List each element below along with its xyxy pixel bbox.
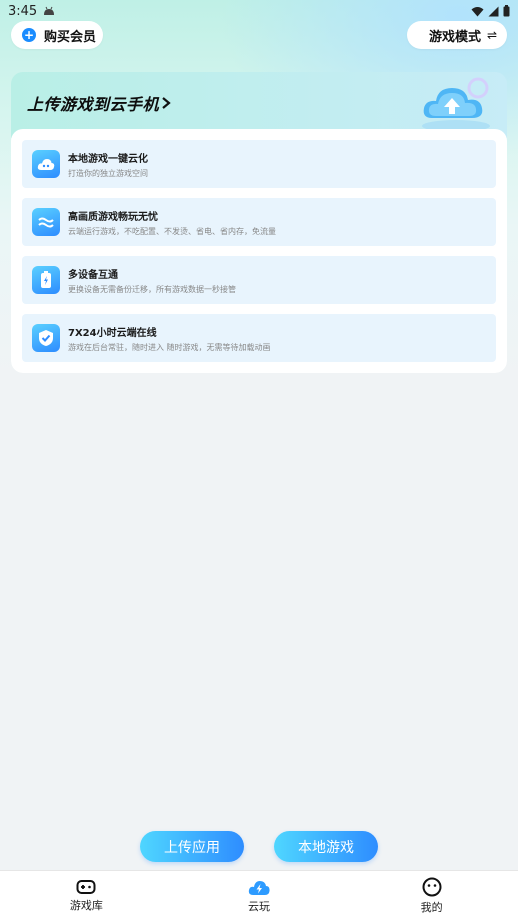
game-mode-button[interactable]: 游戏模式 ⇌ [407, 21, 507, 49]
feature-item-cloudify: 本地游戏一键云化 打造你的独立游戏空间 [22, 140, 496, 188]
upload-app-button[interactable]: 上传应用 [140, 831, 244, 862]
swap-icon: ⇌ [487, 28, 498, 42]
card-title: 上传游戏到云手机 [27, 95, 160, 114]
game-mode-label: 游戏模式 [429, 29, 482, 45]
battery-status-icon [503, 5, 510, 17]
buy-vip-label: 购买会员 [44, 29, 97, 45]
buy-vip-button[interactable]: + 购买会员 [11, 21, 103, 49]
card-title-link[interactable]: 上传游戏到云手机 [27, 91, 171, 115]
cloud-upload-illustration-icon [422, 77, 490, 132]
feature-item-multi-device: 多设备互通 更换设备无需备份迁移，所有游戏数据一秒接管 [22, 256, 496, 304]
tab-label: 云玩 [248, 900, 270, 913]
feature-item-always-online: 7X24小时云端在线 游戏在后台常驻，随时进入 随时游戏，无需等待加载动画 [22, 314, 496, 362]
feature-subtitle: 更换设备无需备份迁移，所有游戏数据一秒接管 [68, 284, 236, 294]
feature-subtitle: 打造你的独立游戏空间 [68, 168, 148, 178]
feature-subtitle: 游戏在后台常驻，随时进入 随时游戏，无需等待加载动画 [68, 342, 271, 352]
android-icon [44, 6, 55, 15]
cloud-lightning-icon [248, 881, 270, 895]
gamepad-cloud-icon [32, 150, 60, 178]
tab-label: 我的 [420, 901, 443, 914]
feature-title: 7X24小时云端在线 [68, 327, 157, 339]
plus-icon: + [22, 28, 36, 42]
wave-icon [32, 208, 60, 236]
chevron-right-icon [162, 97, 171, 109]
local-games-button[interactable]: 本地游戏 [274, 831, 378, 862]
bottom-tab-bar: 游戏库 云玩 我的 [0, 870, 518, 921]
status-time: 3:45 [8, 3, 38, 19]
upload-game-card: 上传游戏到云手机 本地游戏一键云化 打造你的独立游戏空间 高画质游戏畅玩无忧 云… [11, 72, 507, 373]
signal-icon [488, 6, 499, 16]
status-bar: 3:45 [0, 0, 518, 22]
tab-label: 游戏库 [69, 899, 103, 912]
feature-title: 多设备互通 [68, 269, 118, 281]
smiley-icon [422, 877, 442, 897]
feature-item-quality: 高画质游戏畅玩无忧 云端运行游戏，不吃配置、不发烫、省电、省内存，免流量 [22, 198, 496, 246]
card-body: 本地游戏一键云化 打造你的独立游戏空间 高画质游戏畅玩无忧 云端运行游戏，不吃配… [11, 129, 507, 373]
tab-cloud-play[interactable]: 云玩 [173, 871, 346, 921]
feature-subtitle: 云端运行游戏，不吃配置、不发烫、省电、省内存，免流量 [68, 226, 276, 236]
feature-title: 高画质游戏畅玩无忧 [68, 211, 158, 223]
wifi-icon [471, 6, 484, 16]
tab-game-library[interactable]: 游戏库 [0, 871, 173, 921]
shield-check-icon [32, 324, 60, 352]
tab-mine[interactable]: 我的 [345, 871, 518, 921]
feature-title: 本地游戏一键云化 [68, 153, 148, 165]
battery-icon [32, 266, 60, 294]
gamepad-icon [76, 880, 96, 894]
